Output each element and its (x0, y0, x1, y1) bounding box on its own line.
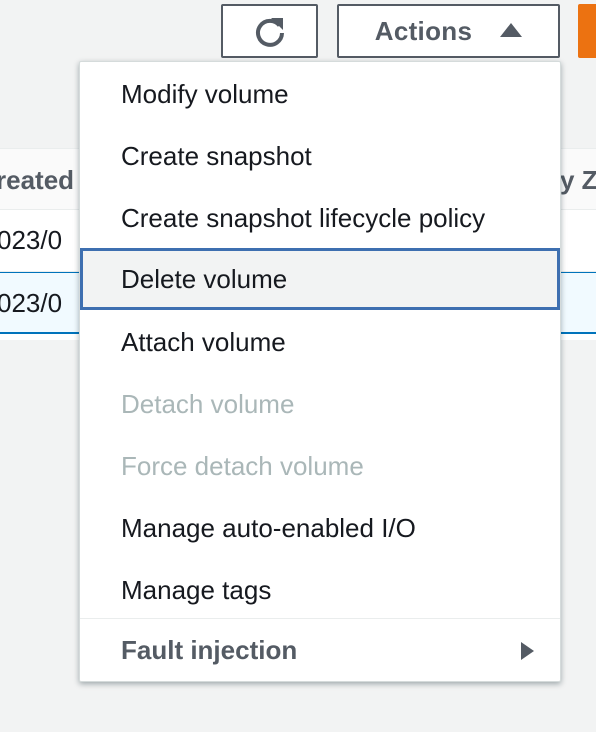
cell-created: 023/0 (0, 288, 63, 318)
menu-item-force-detach-volume: Force detach volume (121, 451, 364, 481)
menu-item-delete-volume[interactable]: Delete volume (80, 248, 560, 310)
menu-group-label: Fault injection (121, 635, 298, 665)
menu-item-attach-volume[interactable]: Attach volume (80, 311, 560, 373)
column-header-created[interactable]: reated (0, 165, 74, 196)
menu-item-detach-volume: Detach volume (121, 389, 295, 419)
column-header-availability-zone[interactable]: y Z (560, 165, 596, 196)
refresh-icon (255, 18, 284, 47)
refresh-button[interactable] (221, 4, 318, 58)
menu-item-create-snapshot-lifecycle-policy[interactable]: Create snapshot lifecycle policy (80, 187, 560, 249)
actions-menu: Modify volume Create snapshot Create sna… (79, 61, 561, 682)
caret-up-icon (500, 23, 523, 37)
page: Actions reated y Z 023/0 023/0 Modify vo… (0, 0, 596, 732)
menu-item-manage-auto-enabled-io[interactable]: Manage auto-enabled I/O (80, 497, 560, 559)
actions-button[interactable]: Actions (337, 4, 560, 58)
primary-button-edge[interactable] (578, 4, 596, 58)
menu-item-manage-tags[interactable]: Manage tags (80, 559, 560, 621)
menu-item-modify-volume[interactable]: Modify volume (80, 63, 560, 125)
menu-group-fault-injection[interactable]: Fault injection (80, 619, 560, 681)
cell-created: 023/0 (0, 225, 63, 255)
caret-right-icon (521, 642, 534, 660)
actions-label: Actions (374, 15, 473, 46)
menu-item-create-snapshot[interactable]: Create snapshot (80, 125, 560, 187)
